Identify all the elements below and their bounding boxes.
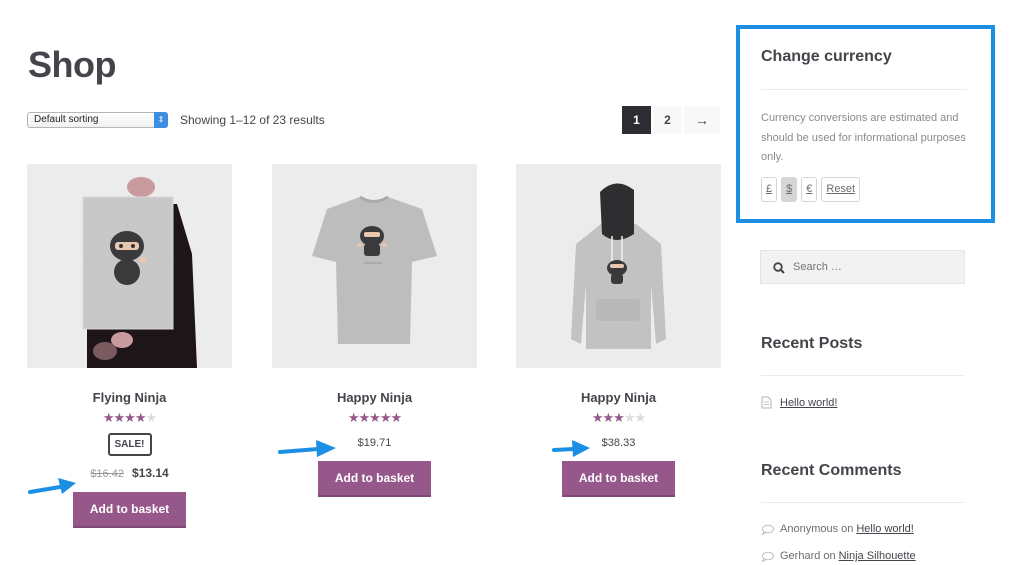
recent-post-link[interactable]: Hello world! <box>780 397 837 409</box>
page-title: Shop <box>28 44 116 85</box>
recent-posts-title: Recent Posts <box>761 335 863 352</box>
product-image[interactable] <box>516 164 721 368</box>
currency-widget-title: Change currency <box>761 48 892 65</box>
search-icon <box>773 262 785 274</box>
star-filled-icon: ★★★★★ <box>347 410 402 425</box>
comment-bubble-icon <box>761 524 774 535</box>
product-title[interactable]: Happy Ninja <box>516 390 721 405</box>
product-image[interactable] <box>272 164 477 368</box>
search-form <box>760 250 965 284</box>
tshirt-icon <box>272 164 477 368</box>
product-card: Happy Ninja ★★★★★ $38.33 Add to basket <box>516 164 721 497</box>
currency-eur-button[interactable]: € <box>801 177 818 202</box>
star-rating: ★★★★★ <box>516 409 721 427</box>
recent-comment-item: Gerhard on Ninja Silhouette <box>761 550 916 562</box>
comment-author: Anonymous <box>780 523 839 535</box>
comment-bubble-icon <box>761 551 774 562</box>
product-price: $38.33 <box>601 437 636 449</box>
recent-comment-item: Anonymous on Hello world! <box>761 523 914 535</box>
sorting-selected-value: Default sorting <box>34 114 99 125</box>
annotation-arrow-icon <box>552 440 590 457</box>
divider <box>761 502 965 503</box>
star-rating: ★★★★★ <box>272 409 477 427</box>
product-image[interactable] <box>27 164 232 368</box>
currency-reset-button[interactable]: Reset <box>821 177 861 202</box>
star-empty-icon: ★★ <box>623 410 646 425</box>
divider <box>761 375 965 376</box>
search-input[interactable] <box>793 251 958 283</box>
annotation-arrow-icon <box>278 440 336 457</box>
star-filled-icon: ★★★★ <box>102 410 147 425</box>
currency-usd-button[interactable]: $ <box>781 177 798 202</box>
recent-comments-title: Recent Comments <box>761 462 902 479</box>
comment-on: on <box>841 523 854 535</box>
currency-description: Currency conversions are estimated and s… <box>761 112 966 163</box>
pagination: 1 2 → <box>622 106 720 134</box>
comment-post-link[interactable]: Hello world! <box>856 523 913 535</box>
result-count: Showing 1–12 of 23 results <box>180 113 325 127</box>
sale-badge: SALE! <box>107 433 152 456</box>
select-arrows-icon: ⇕ <box>154 112 168 128</box>
sorting-select[interactable]: Default sorting ⇕ <box>27 112 168 128</box>
recent-post-item: Hello world! <box>761 396 837 409</box>
add-to-basket-button[interactable]: Add to basket <box>72 492 187 528</box>
next-page-button[interactable]: → <box>684 106 720 134</box>
product-title[interactable]: Happy Ninja <box>272 390 477 405</box>
currency-gbp-button[interactable]: £ <box>761 177 778 202</box>
add-to-basket-button[interactable]: Add to basket <box>561 461 676 497</box>
page-2[interactable]: 2 <box>653 106 682 134</box>
star-filled-icon: ★★★ <box>591 410 625 425</box>
divider <box>761 89 967 90</box>
currency-widget: Change currency Currency conversions are… <box>736 25 995 223</box>
sale-price: $13.14 <box>131 466 169 480</box>
star-rating: ★★★★★ <box>27 409 232 427</box>
page-1: 1 <box>622 106 651 134</box>
comment-on: on <box>823 550 836 562</box>
comment-author: Gerhard <box>780 550 821 562</box>
add-to-basket-button[interactable]: Add to basket <box>317 461 432 497</box>
currency-buttons: £ $ € Reset <box>761 177 861 202</box>
star-empty-icon: ★ <box>145 410 157 425</box>
annotation-arrow-icon <box>28 478 76 494</box>
poster-icon <box>27 164 232 368</box>
hoodie-icon <box>516 164 721 368</box>
document-icon <box>761 396 772 409</box>
product-title[interactable]: Flying Ninja <box>27 390 232 405</box>
regular-price: $16.42 <box>90 468 124 480</box>
comment-post-link[interactable]: Ninja Silhouette <box>839 550 916 562</box>
